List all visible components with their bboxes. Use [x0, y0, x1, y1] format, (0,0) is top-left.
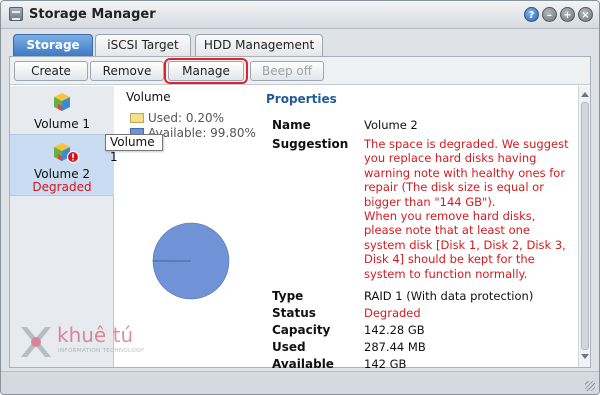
title-bar[interactable]: Storage Manager ? – + × — [1, 1, 599, 29]
scroll-down-icon[interactable] — [581, 354, 589, 359]
volume-cube-icon — [54, 93, 70, 111]
capacity-label: Capacity — [272, 323, 331, 337]
storage-panel: Create Remove Manage Beep off Volume 1 V… — [9, 56, 591, 371]
usage-pie-chart — [152, 222, 230, 300]
warning-badge-icon — [67, 151, 79, 163]
status-value: Degraded — [364, 306, 421, 320]
watermark-logo: khuê tú INFORMATION TECHNOLOGY — [17, 323, 147, 363]
legend-available-text: Available: 99.80% — [148, 126, 256, 140]
name-label: Name — [272, 118, 311, 132]
name-value: Volume 2 — [364, 118, 418, 132]
toolbar: Create Remove Manage Beep off — [10, 57, 590, 85]
type-label: Type — [272, 289, 304, 303]
volume-2-status: Degraded — [32, 180, 92, 194]
volume-tooltip: Volume 1 — [105, 134, 163, 164]
properties-scrollbar[interactable] — [578, 86, 590, 367]
used-value: 287.44 MB — [364, 340, 426, 354]
legend-used-swatch — [130, 113, 144, 123]
question-icon: ? — [528, 10, 535, 21]
close-icon: × — [581, 10, 590, 21]
tab-storage[interactable]: Storage — [13, 34, 93, 56]
scroll-thumb[interactable] — [581, 102, 589, 350]
volume-1-label: Volume 1 — [33, 117, 91, 131]
properties-heading: Properties — [266, 92, 337, 106]
scroll-up-icon[interactable] — [581, 92, 589, 97]
volume-2-label: Volume 2 — [33, 167, 91, 181]
volume-list-item-2[interactable]: Volume 2 Degraded — [10, 134, 114, 196]
properties-panel: Properties Name Volume 2 Suggestion The … — [262, 86, 576, 371]
status-bar — [1, 371, 599, 394]
suggestion-paragraph-2: When you remove hard disks, please note … — [364, 209, 566, 281]
maximize-icon: + — [563, 10, 572, 21]
remove-button[interactable]: Remove — [90, 61, 164, 81]
status-label: Status — [272, 306, 316, 320]
watermark-tagline: INFORMATION TECHNOLOGY — [58, 348, 145, 354]
suggestion-paragraph-1: The space is degraded. We suggest you re… — [364, 137, 569, 209]
chart-title: Volume — [126, 90, 171, 104]
watermark-brand: khuê tú — [57, 323, 134, 347]
window-title: Storage Manager — [29, 7, 156, 22]
type-value: RAID 1 (With data protection) — [364, 289, 534, 303]
legend-used: Used: 0.20% — [130, 111, 224, 125]
suggestion-label: Suggestion — [272, 137, 349, 151]
legend-used-text: Used: 0.20% — [148, 111, 225, 125]
capacity-value: 142.28 GB — [364, 323, 425, 337]
available-value: 142 GB — [364, 357, 407, 371]
storage-app-icon — [9, 7, 23, 21]
help-button[interactable]: ? — [524, 7, 539, 22]
minimize-button[interactable]: – — [542, 7, 557, 22]
storage-manager-window: Storage Manager ? – + × Storage iSCSI Ta… — [0, 0, 600, 395]
manage-highlight-annotation — [164, 58, 248, 84]
minimize-icon: – — [547, 10, 552, 21]
available-label: Available — [272, 357, 334, 371]
used-label: Used — [272, 340, 306, 354]
create-button[interactable]: Create — [14, 61, 88, 81]
tab-iscsi-target[interactable]: iSCSI Target — [95, 34, 191, 56]
beep-off-button: Beep off — [250, 61, 324, 81]
tab-hdd-management[interactable]: HDD Management — [195, 34, 323, 56]
watermark-x-icon — [21, 327, 51, 357]
maximize-button[interactable]: + — [560, 7, 575, 22]
resize-grip-icon[interactable] — [585, 381, 595, 391]
volume-list-item-1[interactable]: Volume 1 — [10, 86, 114, 134]
close-button[interactable]: × — [578, 7, 593, 22]
